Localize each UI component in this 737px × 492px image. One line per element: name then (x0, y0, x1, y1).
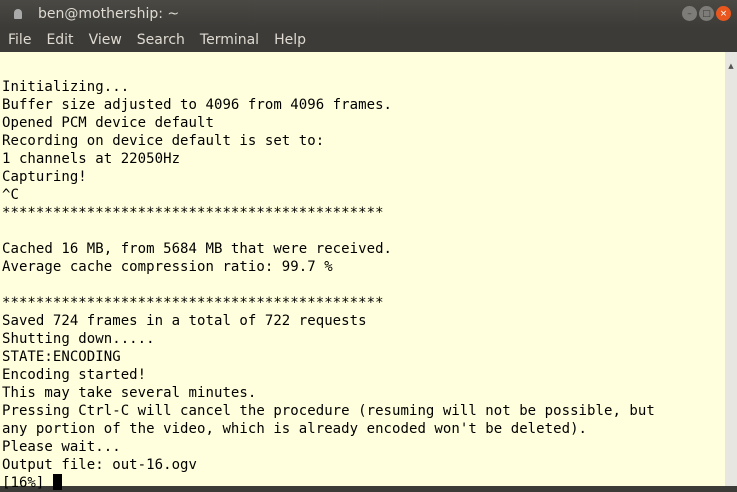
terminal-line: This may take several minutes. (2, 385, 257, 401)
scrollbar[interactable]: ▲ (725, 52, 737, 486)
terminal-line: Average cache compression ratio: 99.7 % (2, 259, 333, 275)
menu-terminal[interactable]: Terminal (200, 32, 259, 48)
terminal-line: Shutting down..... (2, 331, 155, 347)
close-button[interactable]: × (716, 6, 731, 21)
minimize-button[interactable]: – (682, 6, 697, 21)
terminal-line: any portion of the video, which is alrea… (2, 421, 588, 437)
terminal-line: Buffer size adjusted to 4096 from 4096 f… (2, 97, 393, 113)
progress-prompt: [16%] (2, 475, 53, 491)
terminal-line: ^C (2, 187, 19, 203)
terminal-line: STATE:ENCODING (2, 349, 121, 365)
menu-search[interactable]: Search (137, 32, 185, 48)
terminal-output[interactable]: Initializing... Buffer size adjusted to 4… (0, 52, 725, 491)
scroll-up-arrow-icon[interactable]: ▲ (725, 62, 737, 70)
terminal-line: Capturing! (2, 169, 87, 185)
terminal-line: Cached 16 MB, from 5684 MB that were rec… (2, 241, 393, 257)
menu-help[interactable]: Help (274, 32, 306, 48)
maximize-button[interactable]: □ (699, 6, 714, 21)
progress-line: [16%] (2, 474, 725, 492)
title-bar: ben@mothership: ~ – □ × (0, 0, 737, 28)
terminal-line: ****************************************… (2, 205, 384, 221)
terminal-line: Recording on device default is set to: (2, 133, 325, 149)
terminal-line: Pressing Ctrl-C will cancel the procedur… (2, 403, 655, 419)
terminal-icon (14, 9, 22, 19)
terminal-line: 1 channels at 22050Hz (2, 151, 181, 167)
terminal-line: Saved 724 frames in a total of 722 reque… (2, 313, 367, 329)
menu-edit[interactable]: Edit (46, 32, 73, 48)
terminal-line: Output file: out-16.ogv (2, 457, 198, 473)
menu-view[interactable]: View (89, 32, 122, 48)
terminal-line: Initializing... (2, 79, 130, 95)
terminal-line: ****************************************… (2, 295, 384, 311)
terminal-line: Please wait... (2, 439, 121, 455)
terminal-line: Encoding started! (2, 367, 147, 383)
terminal-line: Opened PCM device default (2, 115, 214, 131)
cursor (52, 474, 62, 490)
window-title: ben@mothership: ~ (38, 6, 180, 22)
menu-bar: File Edit View Search Terminal Help (0, 28, 737, 52)
menu-file[interactable]: File (8, 32, 31, 48)
